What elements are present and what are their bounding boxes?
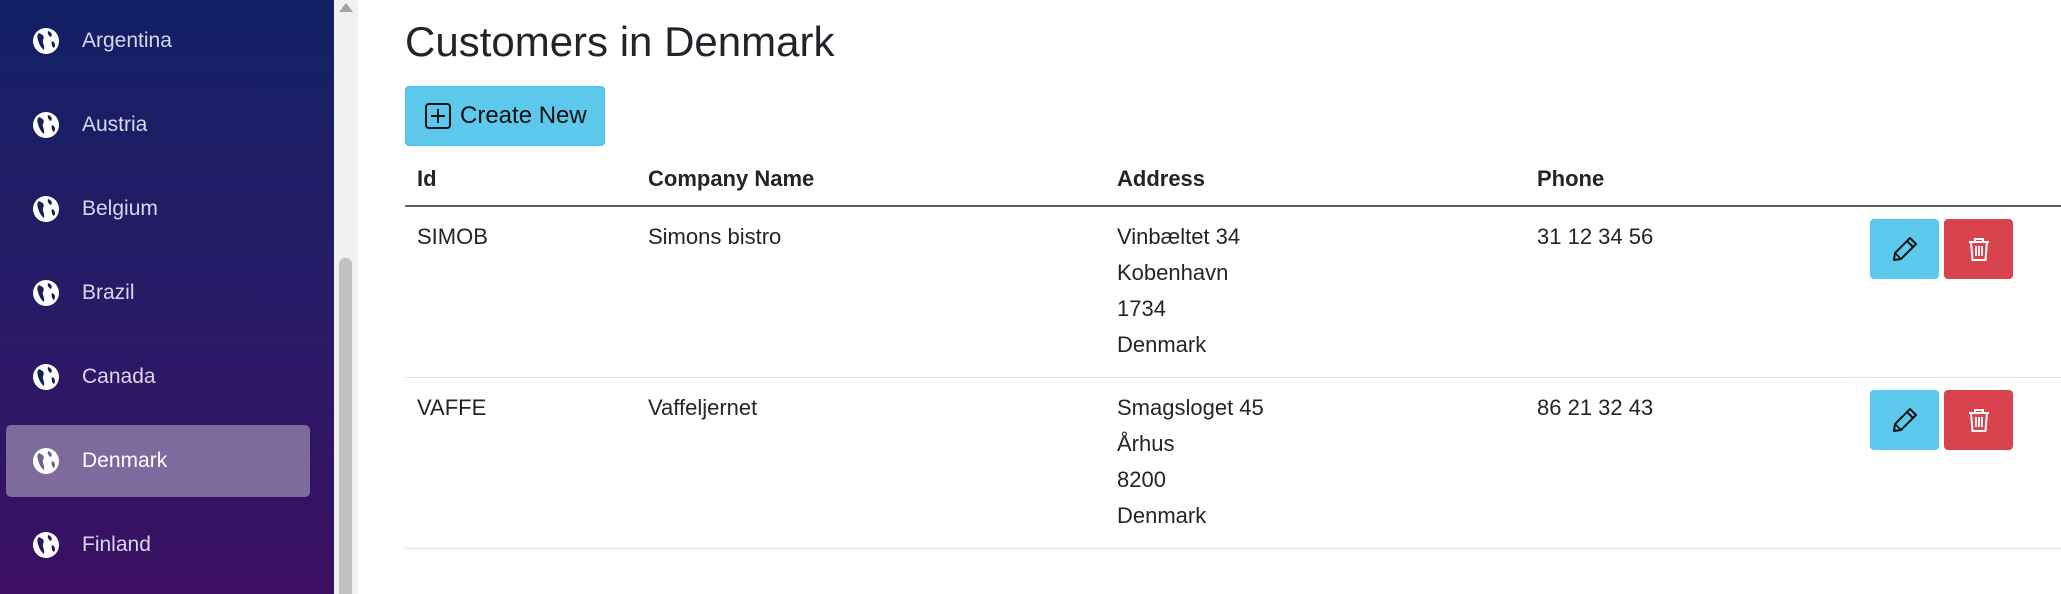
sidebar-item-label: Argentina <box>82 29 172 52</box>
address-country: Denmark <box>1117 332 1207 357</box>
cell-actions <box>1870 377 2061 549</box>
sidebar-item-belgium[interactable]: Belgium <box>6 173 310 245</box>
create-new-label: Create New <box>460 102 587 129</box>
cell-phone: 31 12 34 56 <box>1525 206 1870 378</box>
table-row: SIMOB Simons bistro Vinbæltet 34 Kobenha… <box>405 206 2061 378</box>
globe-icon <box>31 362 61 392</box>
sidebar-item-finland[interactable]: Finland <box>6 509 310 581</box>
address-city: Kobenhavn <box>1117 260 1229 285</box>
globe-icon <box>31 446 61 476</box>
plus-square-icon <box>424 102 452 130</box>
sidebar-item-label: Canada <box>82 365 156 388</box>
address-postal-code: 1734 <box>1117 296 1166 321</box>
sidebar-item-label: Finland <box>82 533 151 556</box>
sidebar-scrollbar[interactable] <box>334 0 358 594</box>
globe-icon <box>31 278 61 308</box>
sidebar-item-label: Belgium <box>82 197 158 220</box>
delete-button[interactable] <box>1944 390 2013 450</box>
globe-icon <box>31 194 61 224</box>
column-header-phone: Phone <box>1525 153 1870 207</box>
column-header-actions <box>1870 153 2061 207</box>
address-city: Århus <box>1117 431 1175 456</box>
pencil-icon <box>1892 408 1917 432</box>
cell-company-name: Simons bistro <box>636 206 1105 378</box>
globe-icon <box>31 26 61 56</box>
cell-id: SIMOB <box>405 206 636 378</box>
sidebar-item-argentina[interactable]: Argentina <box>6 5 310 77</box>
page-title: Customers in Denmark <box>405 18 835 65</box>
scroll-up-arrow-icon[interactable] <box>339 3 353 12</box>
edit-button[interactable] <box>1870 219 1939 279</box>
sidebar-item-label: Austria <box>82 113 148 136</box>
column-header-id: Id <box>405 153 636 207</box>
table-row: VAFFE Vaffeljernet Smagsloget 45 Århus 8… <box>405 377 2061 549</box>
address-street: Vinbæltet 34 <box>1117 224 1241 249</box>
cell-phone: 86 21 32 43 <box>1525 377 1870 549</box>
address-street: Smagsloget 45 <box>1117 395 1264 420</box>
trash-icon <box>1968 409 1989 432</box>
sidebar-item-label: Denmark <box>82 449 168 472</box>
column-header-company-name: Company Name <box>636 153 1105 207</box>
pencil-icon <box>1892 237 1917 261</box>
cell-address: Smagsloget 45 Århus 8200 Denmark <box>1105 377 1525 549</box>
cell-actions <box>1870 206 2061 378</box>
create-new-button[interactable]: Create New <box>405 86 605 146</box>
sidebar-item-brazil[interactable]: Brazil <box>6 257 310 329</box>
globe-icon <box>31 530 61 560</box>
address-postal-code: 8200 <box>1117 467 1166 492</box>
cell-id: VAFFE <box>405 377 636 549</box>
cell-company-name: Vaffeljernet <box>636 377 1105 549</box>
sidebar-item-label: Brazil <box>82 281 135 304</box>
sidebar-item-denmark[interactable]: Denmark <box>6 425 310 497</box>
table-header-row: Id Company Name Address Phone <box>405 153 2061 207</box>
edit-button[interactable] <box>1870 390 1939 450</box>
customers-table: Id Company Name Address Phone SIMOB Simo… <box>405 153 2061 549</box>
scroll-thumb[interactable] <box>339 258 352 594</box>
cell-address: Vinbæltet 34 Kobenhavn 1734 Denmark <box>1105 206 1525 378</box>
sidebar: Argentina Austria Belgium Brazil Canada … <box>0 0 334 594</box>
trash-icon <box>1968 238 1989 261</box>
globe-icon <box>31 110 61 140</box>
column-header-address: Address <box>1105 153 1525 207</box>
address-country: Denmark <box>1117 503 1207 528</box>
sidebar-item-canada[interactable]: Canada <box>6 341 310 413</box>
delete-button[interactable] <box>1944 219 2013 279</box>
sidebar-item-austria[interactable]: Austria <box>6 89 310 161</box>
